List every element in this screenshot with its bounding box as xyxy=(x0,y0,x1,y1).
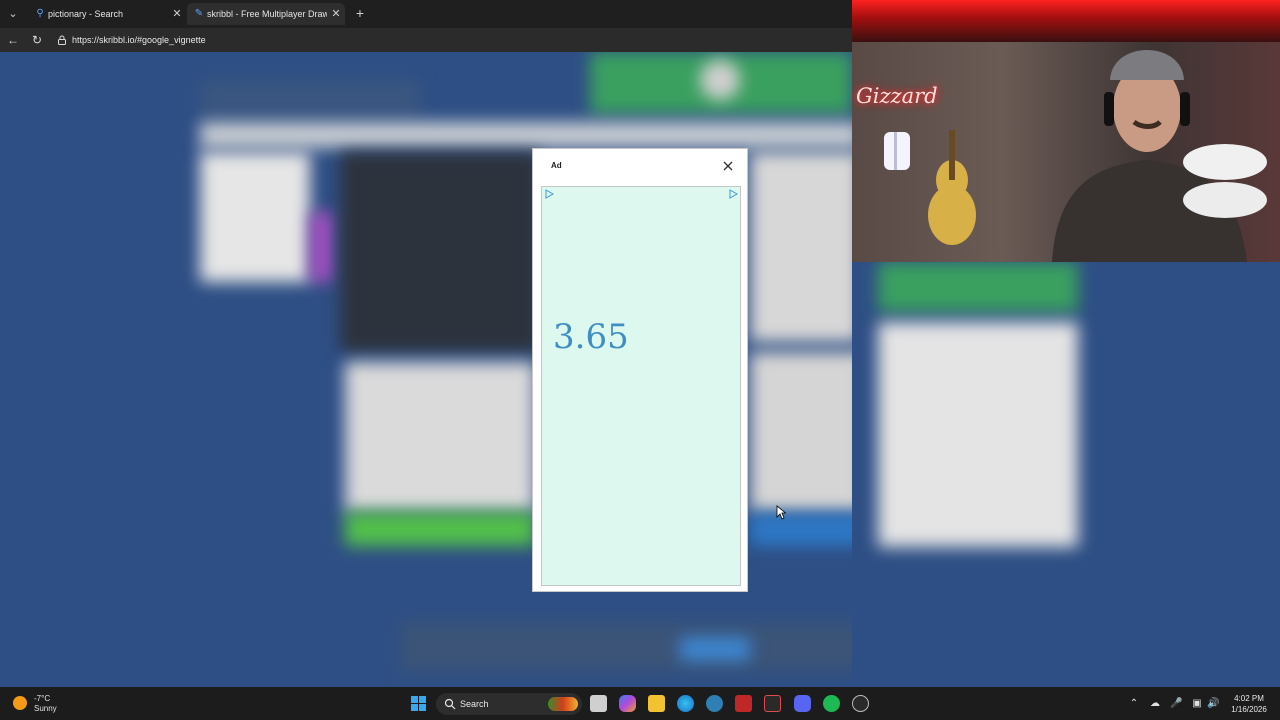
close-icon[interactable] xyxy=(721,159,735,173)
address-bar[interactable]: https://skribbl.io/#google_vignette xyxy=(54,31,846,49)
tf-app-icon[interactable] xyxy=(735,695,752,712)
tab-skribbl[interactable]: ✎ skribbl - Free Multiplayer Drawing ✕ xyxy=(187,3,345,25)
browser-nav-bar: ← ↻ https://skribbl.io/#google_vignette xyxy=(0,28,852,52)
blurred-footer-button xyxy=(680,637,750,661)
cloud-icon[interactable]: ☁ xyxy=(1149,698,1161,710)
tab-pictionary-search[interactable]: ⚲ pictionary - Search ✕ xyxy=(28,3,186,25)
blurred-chat-panel xyxy=(878,322,1078,547)
blurred-dark-panel xyxy=(340,152,540,352)
tab-label: pictionary - Search xyxy=(48,9,124,19)
weather-sun-icon[interactable] xyxy=(13,696,27,710)
blurred-color-block xyxy=(310,212,334,282)
tab-close-icon[interactable]: ✕ xyxy=(329,7,343,21)
new-tab-button[interactable]: + xyxy=(352,5,368,21)
network-icon[interactable]: ▣ xyxy=(1191,698,1203,710)
copilot-icon[interactable] xyxy=(619,695,636,712)
blurred-logo xyxy=(200,80,420,120)
obs-app-icon[interactable] xyxy=(764,695,781,712)
microphone-light-icon xyxy=(884,132,910,170)
blurred-settings-panel-right xyxy=(750,352,852,512)
blurred-avatar xyxy=(700,60,740,100)
ad-content-frame[interactable]: 3.65 xyxy=(541,186,741,586)
signed-footballs xyxy=(1183,144,1267,218)
taskbar-search[interactable]: Search xyxy=(436,693,582,715)
site-info-icon[interactable] xyxy=(56,34,68,46)
blurred-play-button xyxy=(345,512,535,546)
ad-label: Ad xyxy=(551,161,562,170)
windows-taskbar: -7°C Sunny Search ⌃ ☁ 🎤 ▣ 🔊 4:02 PM 1/16… xyxy=(0,687,1280,720)
edge-browser-icon[interactable] xyxy=(677,695,694,712)
reload-icon[interactable]: ↻ xyxy=(28,31,46,49)
browser-tab-bar: ⌄ ⚲ pictionary - Search ✕ ✎ skribbl - Fr… xyxy=(0,0,852,28)
tab-label: skribbl - Free Multiplayer Drawing xyxy=(207,9,327,19)
tab-close-icon[interactable]: ✕ xyxy=(170,7,184,21)
chevron-up-icon[interactable]: ⌃ xyxy=(1128,698,1140,710)
blurred-player-list xyxy=(200,152,310,282)
spotify-icon[interactable] xyxy=(823,695,840,712)
speaker-icon[interactable]: 🔊 xyxy=(1207,698,1219,710)
clock-date: 1/16/2026 xyxy=(1231,705,1267,714)
dolphin-app-icon[interactable] xyxy=(706,695,723,712)
search-label: Search xyxy=(460,699,489,709)
settings-gear-icon[interactable] xyxy=(852,695,869,712)
weather-temperature[interactable]: -7°C xyxy=(34,694,50,703)
taskbar-clock[interactable]: 4:02 PM 1/16/2026 xyxy=(1224,693,1274,715)
discord-icon[interactable] xyxy=(794,695,811,712)
blurred-settings-panel xyxy=(345,362,535,512)
task-view-icon[interactable] xyxy=(590,695,607,712)
search-highlight-icon xyxy=(548,697,578,711)
weather-condition[interactable]: Sunny xyxy=(34,704,57,713)
guitar-icon xyxy=(928,130,976,245)
ad-price-text: 3.65 xyxy=(553,317,629,357)
file-explorer-icon[interactable] xyxy=(648,695,665,712)
search-icon xyxy=(444,698,456,710)
blurred-top-bar xyxy=(200,122,852,148)
search-icon: ⚲ xyxy=(36,8,44,19)
back-arrow-icon[interactable]: ← xyxy=(4,31,22,49)
neon-sign: Gizzard xyxy=(856,84,938,108)
ad-vignette-modal: Ad 3.65 xyxy=(532,148,748,592)
pencil-icon: ✎ xyxy=(194,8,204,19)
blurred-footer-bar xyxy=(400,622,852,672)
blurred-side-panel xyxy=(750,152,852,342)
mouse-cursor-icon xyxy=(776,505,786,520)
blurred-chat-header xyxy=(878,262,1078,312)
url-text: https://skribbl.io/#google_vignette xyxy=(72,35,206,45)
microphone-icon[interactable]: 🎤 xyxy=(1170,698,1182,710)
blurred-page-background-right xyxy=(852,262,1280,687)
adchoices-icon[interactable] xyxy=(728,189,738,199)
adchoices-icon[interactable] xyxy=(544,189,554,199)
webcam-overlay: Gizzard xyxy=(852,0,1280,262)
blurred-private-room-button xyxy=(750,514,852,546)
windows-start-icon[interactable] xyxy=(410,695,427,712)
clock-time: 4:02 PM xyxy=(1234,694,1264,703)
tab-list-chevron-icon[interactable]: ⌄ xyxy=(4,6,22,22)
